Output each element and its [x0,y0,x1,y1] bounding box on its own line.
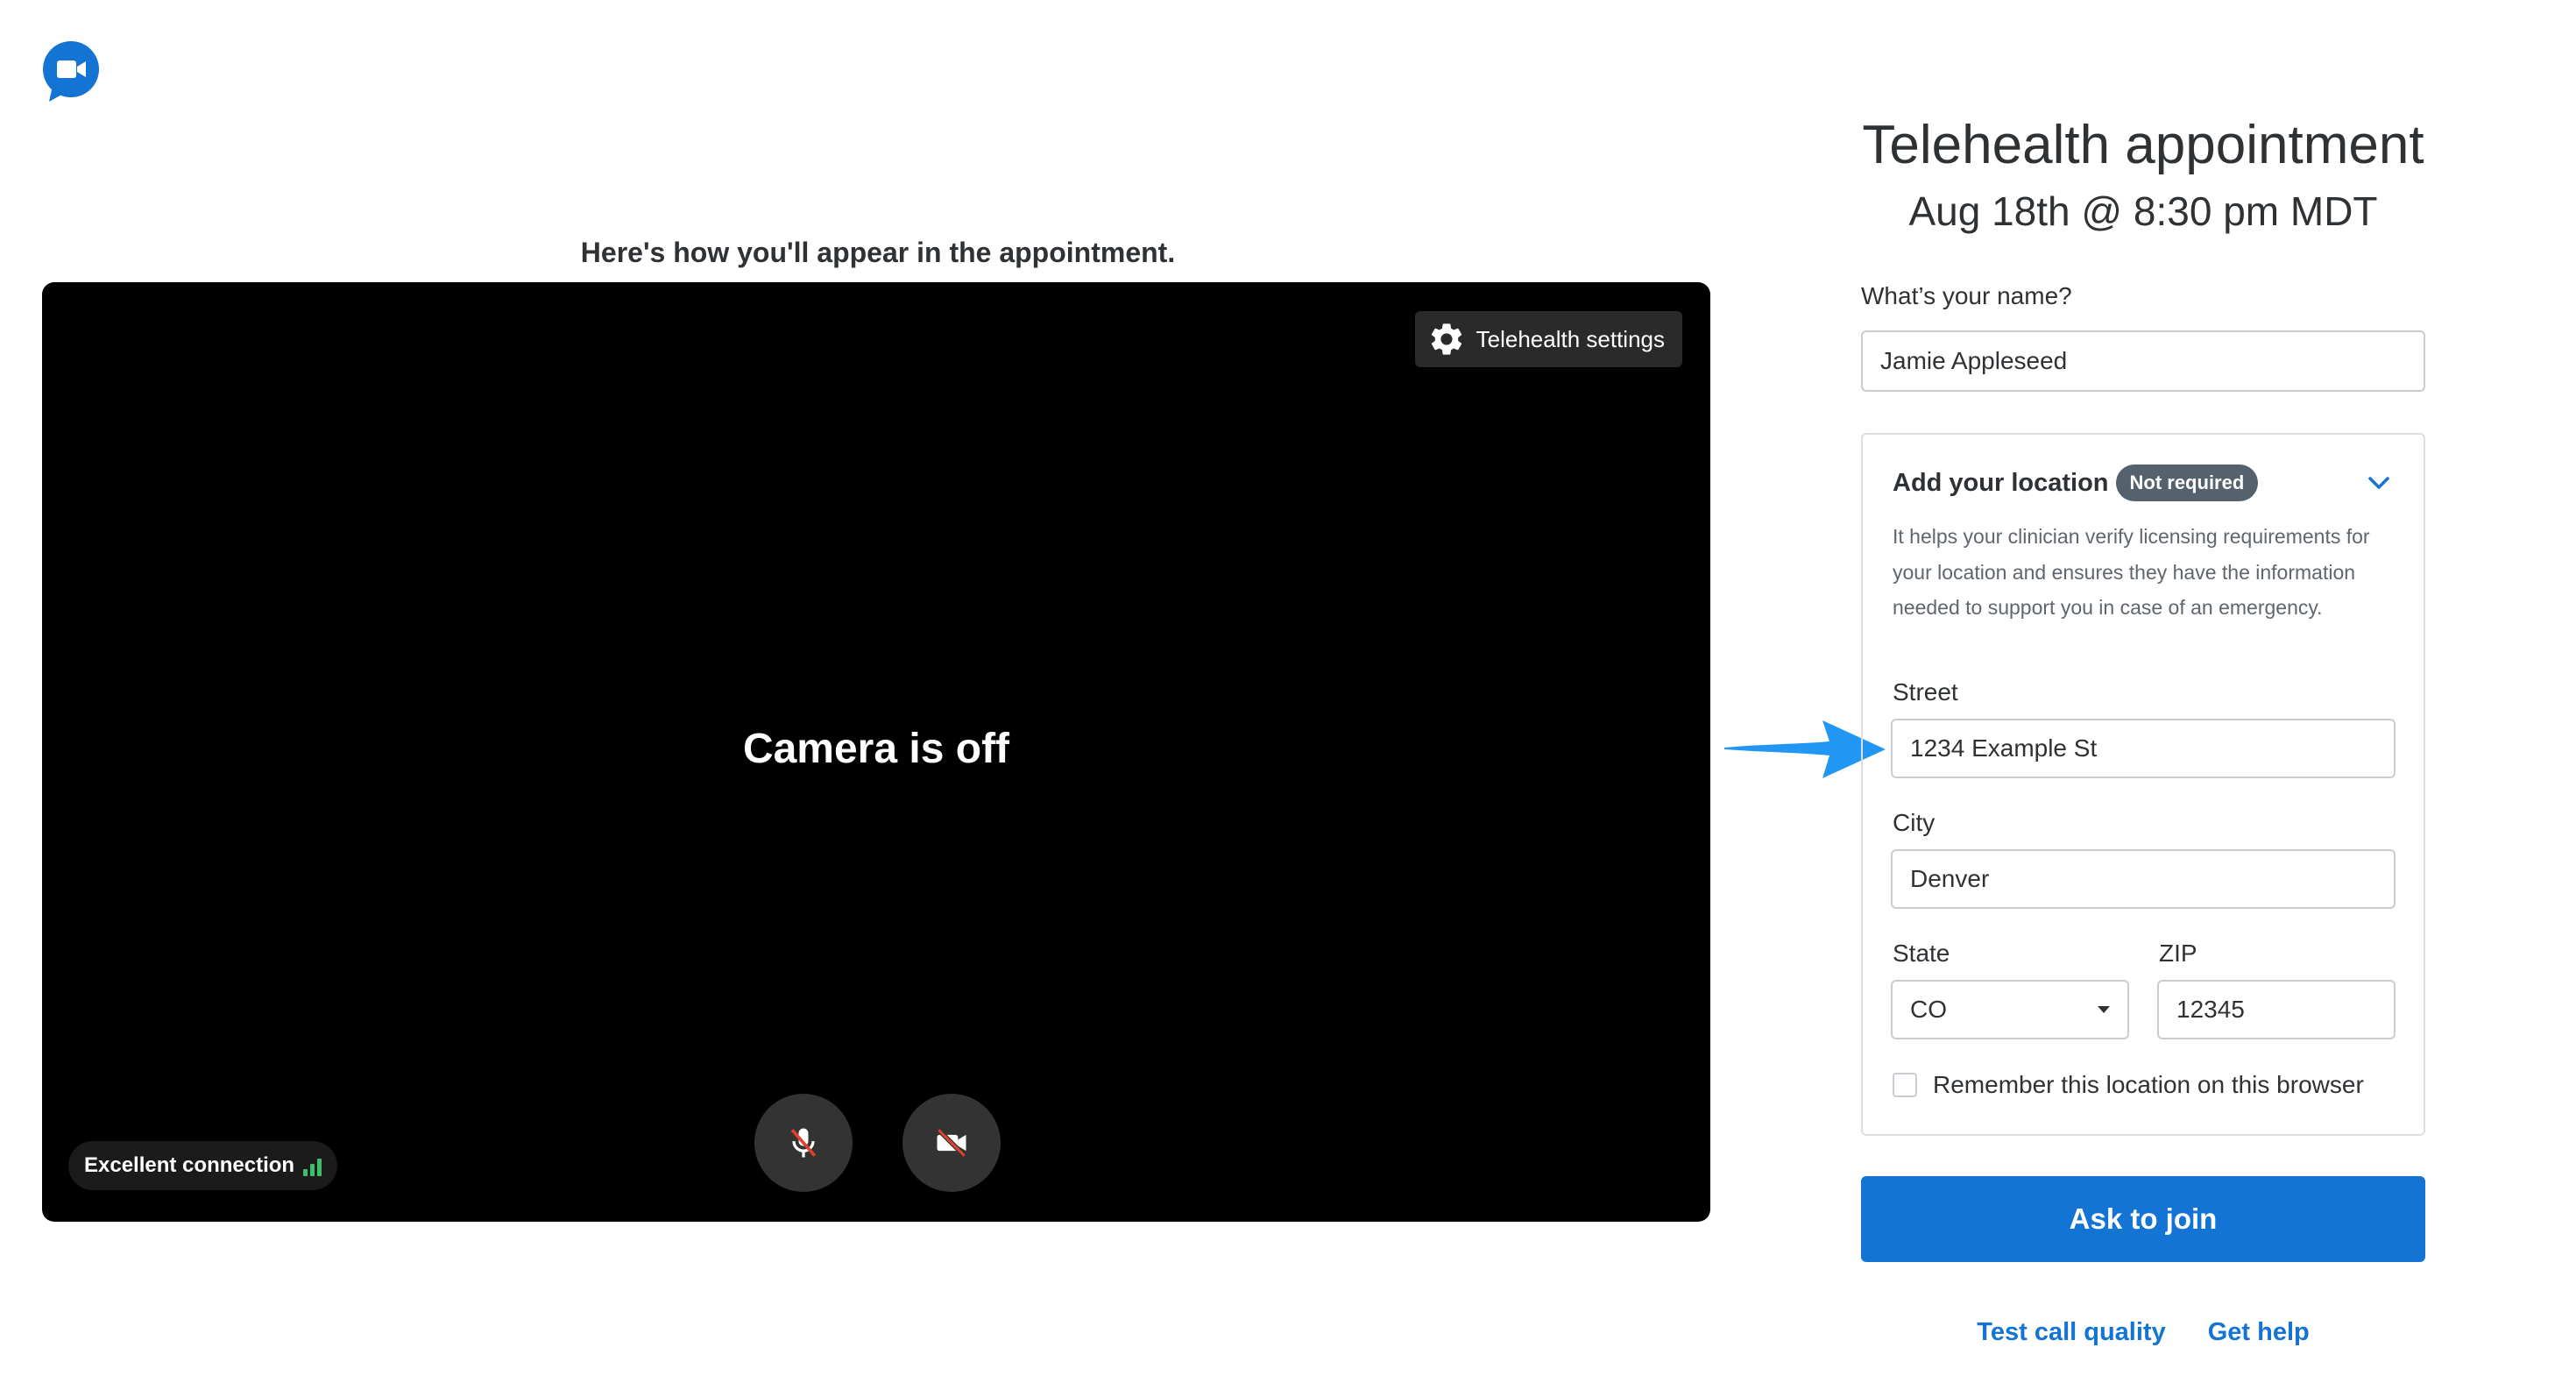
city-field-label: City [1893,809,1936,836]
ask-to-join-button[interactable]: Ask to join [1861,1176,2425,1262]
location-description: It helps your clinician verify licensing… [1893,525,2370,619]
video-preview: Telehealth settings Camera is off Excell… [42,282,1710,1222]
not-required-badge: Not required [2115,464,2259,501]
camera-status-text: Camera is off [742,726,1010,772]
remember-location-label: Remember this location on this browser [1933,1071,2364,1098]
remember-location-checkbox[interactable] [1893,1073,1917,1097]
zip-field-label: ZIP [2159,940,2197,967]
state-selected-value: CO [1910,996,1947,1023]
zip-input[interactable] [2157,980,2396,1039]
connection-status-badge: Excellent connection [68,1141,338,1190]
page-title: Telehealth appointment [1862,115,2424,175]
street-field-label: Street [1893,678,1958,706]
signal-strength-icon [303,1155,322,1176]
city-input[interactable] [1891,849,2396,909]
location-heading: Add your location [1893,468,2109,497]
caret-down-icon [2098,1006,2110,1013]
test-call-quality-link[interactable]: Test call quality [1977,1318,2165,1347]
remember-location-option[interactable]: Remember this location on this browser [1893,1071,2364,1099]
footer-links: Test call quality Get help [1861,1318,2425,1347]
camera-off-icon [937,1128,966,1158]
mic-toggle-button[interactable] [754,1094,853,1192]
chevron-down-icon[interactable] [2366,473,2392,493]
telehealth-settings-button[interactable]: Telehealth settings [1414,311,1682,367]
connection-status-label: Excellent connection [84,1153,295,1177]
telehealth-settings-label: Telehealth settings [1476,325,1665,352]
state-field-label: State [1893,940,1950,967]
appointment-datetime: Aug 18th @ 8:30 pm MDT [1908,188,2378,234]
location-card: Add your location Not required It helps … [1861,433,2425,1136]
street-input[interactable] [1891,719,2396,778]
video-chat-logo-icon [40,40,102,103]
preview-caption: Here's how you'll appear in the appointm… [580,237,1176,268]
gear-icon [1431,323,1461,355]
location-section-toggle[interactable]: Add your location Not required [1893,464,2259,501]
camera-toggle-button[interactable] [902,1094,1001,1192]
mic-off-icon [790,1128,817,1158]
name-field-label: What’s your name? [1861,282,2072,309]
name-input[interactable] [1861,330,2425,392]
get-help-link[interactable]: Get help [2208,1318,2310,1347]
state-select[interactable]: CO [1891,980,2129,1039]
